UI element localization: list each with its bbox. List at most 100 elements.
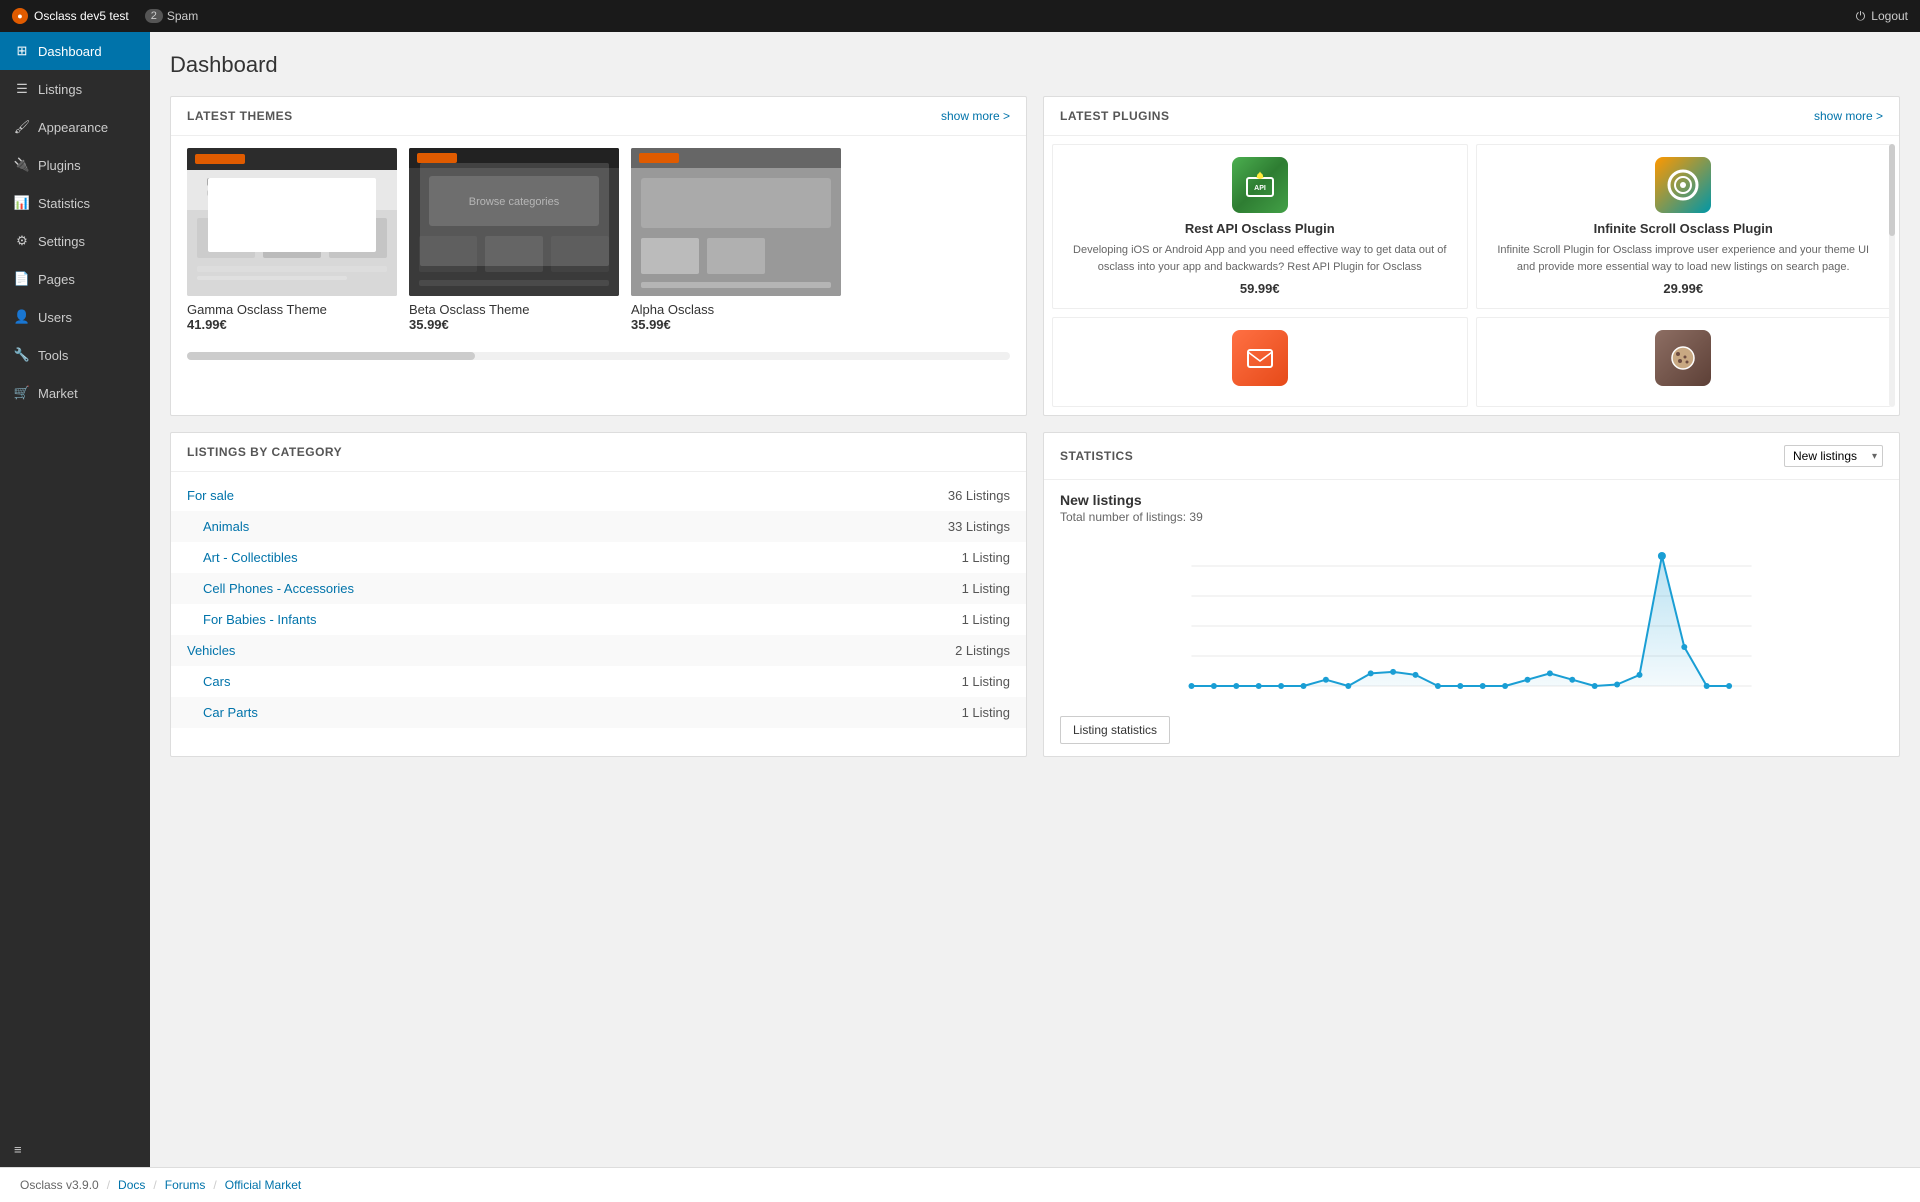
plugin-name-1: Rest API Osclass Plugin <box>1065 221 1455 236</box>
category-link-cellphones[interactable]: Cell Phones - Accessories <box>203 581 354 596</box>
sidebar-label-dashboard: Dashboard <box>38 44 102 59</box>
plugin-price-2: 29.99€ <box>1489 281 1879 296</box>
listings-icon: ☰ <box>14 81 30 97</box>
plugin-name-2: Infinite Scroll Osclass Plugin <box>1489 221 1879 236</box>
sidebar-label-settings: Settings <box>38 234 85 249</box>
category-link-vehicles[interactable]: Vehicles <box>187 643 235 658</box>
plugins-show-more[interactable]: show more > <box>1814 109 1883 123</box>
theme-image-2: Browse categories <box>409 148 619 296</box>
category-count-cars: 1 Listing <box>751 666 1026 697</box>
footer-docs[interactable]: Docs <box>118 1178 145 1192</box>
plugin-card-1: API Rest API Osclass Plugin Developing i… <box>1052 144 1468 309</box>
themes-show-more[interactable]: show more > <box>941 109 1010 123</box>
top-panels-row: LATEST THEMES show more > <box>170 96 1900 416</box>
statistics-chart-body: New listings Total number of listings: 3… <box>1044 480 1899 708</box>
sidebar-label-plugins: Plugins <box>38 158 81 173</box>
toggle-icon: ≡ <box>14 1142 22 1157</box>
statistics-icon: 📊 <box>14 195 30 211</box>
listings-panel-title: LISTINGS BY CATEGORY <box>187 445 342 459</box>
footer-forums[interactable]: Forums <box>165 1178 206 1192</box>
plugins-panel-title: LATEST PLUGINS <box>1060 109 1169 123</box>
category-link-cars[interactable]: Cars <box>203 674 230 689</box>
plugins-icon: 🔌 <box>14 157 30 173</box>
themes-row: Gamma Osclass Theme 41.99€ Browse <box>187 148 1010 332</box>
sidebar-label-statistics: Statistics <box>38 196 90 211</box>
category-link-art[interactable]: Art - Collectibles <box>203 550 298 565</box>
category-link-animals[interactable]: Animals <box>203 519 249 534</box>
topbar-left: ● Osclass dev5 test 2 Spam <box>12 8 198 24</box>
category-count-babies: 1 Listing <box>751 604 1026 635</box>
theme-price-2: 35.99€ <box>409 317 619 332</box>
category-count-forsale: 36 Listings <box>751 480 1026 511</box>
themes-panel: LATEST THEMES show more > <box>170 96 1027 416</box>
plugin-icon-4 <box>1655 330 1711 386</box>
category-count-art: 1 Listing <box>751 542 1026 573</box>
theme-card-3: Alpha Osclass 35.99€ <box>631 148 841 332</box>
dashboard-icon: ⊞ <box>14 43 30 59</box>
category-count-animals: 33 Listings <box>751 511 1026 542</box>
chart-svg <box>1060 536 1883 696</box>
sidebar-item-users[interactable]: 👤 Users <box>0 298 150 336</box>
theme-svg-2: Browse categories <box>409 148 619 296</box>
themes-scrollbar[interactable] <box>187 352 1010 360</box>
market-icon: 🛒 <box>14 385 30 401</box>
site-icon: ● <box>12 8 28 24</box>
sidebar-item-dashboard[interactable]: ⊞ Dashboard <box>0 32 150 70</box>
category-count-vehicles: 2 Listings <box>751 635 1026 666</box>
topbar-site[interactable]: ● Osclass dev5 test <box>12 8 129 24</box>
theme-price-1: 41.99€ <box>187 317 397 332</box>
sidebar-item-tools[interactable]: 🔧 Tools <box>0 336 150 374</box>
category-link-carparts[interactable]: Car Parts <box>203 705 258 720</box>
logout-label: Logout <box>1871 9 1908 23</box>
statistics-dropdown-wrap: New listings Views <box>1784 445 1883 467</box>
category-link-babies[interactable]: For Babies - Infants <box>203 612 316 627</box>
statistics-panel-header: STATISTICS New listings Views <box>1044 433 1899 480</box>
sidebar-item-market[interactable]: 🛒 Market <box>0 374 150 412</box>
sidebar-item-settings[interactable]: ⚙ Settings <box>0 222 150 260</box>
plugins-panel: LATEST PLUGINS show more > API <box>1043 96 1900 416</box>
mail-icon <box>1245 343 1275 373</box>
table-row: Cell Phones - Accessories 1 Listing <box>171 573 1026 604</box>
theme-price-3: 35.99€ <box>631 317 841 332</box>
sidebar-item-pages[interactable]: 📄 Pages <box>0 260 150 298</box>
footer-sep-3: / <box>213 1178 216 1192</box>
sidebar-label-tools: Tools <box>38 348 68 363</box>
plugins-scrollbar <box>1889 144 1895 407</box>
sidebar-item-statistics[interactable]: 📊 Statistics <box>0 184 150 222</box>
footer: Osclass v3.9.0 / Docs / Forums / Officia… <box>0 1167 1920 1202</box>
listings-panel: LISTINGS BY CATEGORY For sale 36 Listing… <box>170 432 1027 757</box>
themes-panel-header: LATEST THEMES show more > <box>171 97 1026 136</box>
theme-card-1: Gamma Osclass Theme 41.99€ <box>187 148 397 332</box>
spam-label: Spam <box>167 9 198 23</box>
statistics-dropdown[interactable]: New listings Views <box>1784 445 1883 467</box>
logout-button[interactable]: ⏻ Logout <box>1856 9 1908 24</box>
plugin-card-2: Infinite Scroll Osclass Plugin Infinite … <box>1476 144 1892 309</box>
bottom-panels-row: LISTINGS BY CATEGORY For sale 36 Listing… <box>170 432 1900 757</box>
page-title: Dashboard <box>170 52 1900 78</box>
svg-text:API: API <box>1254 185 1266 192</box>
sidebar-item-appearance[interactable]: 🖌 Appearance <box>0 108 150 146</box>
category-link-forsale[interactable]: For sale <box>187 488 234 503</box>
table-row: For sale 36 Listings <box>171 480 1026 511</box>
sidebar-toggle[interactable]: ≡ <box>0 1132 150 1167</box>
sidebar-item-plugins[interactable]: 🔌 Plugins <box>0 146 150 184</box>
footer-market[interactable]: Official Market <box>225 1178 301 1192</box>
api-icon: API <box>1245 170 1275 200</box>
svg-text:Browse categories: Browse categories <box>469 196 560 208</box>
plugin-desc-2: Infinite Scroll Plugin for Osclass impro… <box>1489 242 1879 275</box>
sidebar-label-users: Users <box>38 310 72 325</box>
plugins-body: API Rest API Osclass Plugin Developing i… <box>1044 136 1899 415</box>
sidebar-item-listings[interactable]: ☰ Listings <box>0 70 150 108</box>
plugin-price-1: 59.99€ <box>1065 281 1455 296</box>
table-row: Art - Collectibles 1 Listing <box>171 542 1026 573</box>
plugins-scrollbar-thumb <box>1889 144 1895 236</box>
theme-name-1: Gamma Osclass Theme <box>187 302 397 317</box>
statistics-footer: Listing statistics <box>1044 708 1899 756</box>
appearance-icon: 🖌 <box>14 119 30 135</box>
tools-icon: 🔧 <box>14 347 30 363</box>
table-row: Car Parts 1 Listing <box>171 697 1026 728</box>
theme-svg-3 <box>631 148 841 296</box>
topbar-spam[interactable]: 2 Spam <box>145 9 198 23</box>
listing-stats-button[interactable]: Listing statistics <box>1060 716 1170 744</box>
spam-badge: 2 <box>145 9 163 23</box>
